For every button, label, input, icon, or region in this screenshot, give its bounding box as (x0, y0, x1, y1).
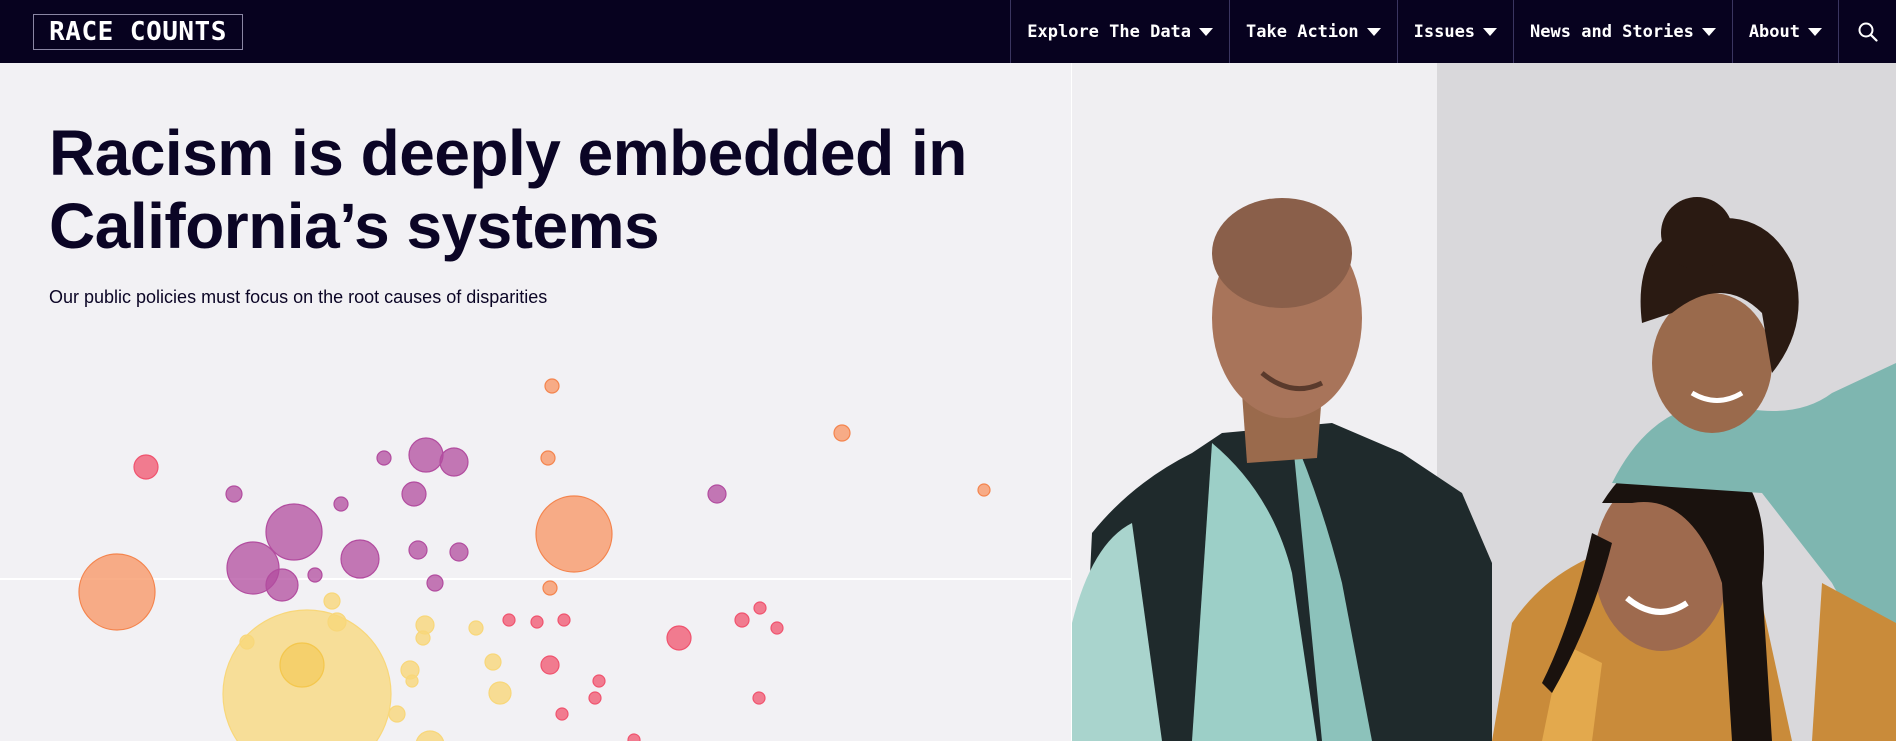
nav-take-action[interactable]: Take Action (1229, 0, 1397, 63)
search-icon (1858, 22, 1878, 42)
nav-label: About (1748, 21, 1800, 42)
hero-subtext: Our public policies must focus on the ro… (49, 287, 548, 307)
nav-label: Take Action (1246, 21, 1359, 42)
family-photo (1072, 63, 1896, 741)
nav-menu: Explore The Data Take Action Issues News… (1010, 0, 1896, 63)
race-counts-logo[interactable]: RACE COUNTS (33, 14, 243, 50)
search-button[interactable] (1838, 0, 1896, 63)
hero-headline: Racism is deeply embedded in California’… (49, 117, 1009, 263)
nav-explore-the-data[interactable]: Explore The Data (1010, 0, 1229, 63)
caret-down-icon (1808, 27, 1822, 36)
nav-label: News and Stories (1530, 21, 1694, 42)
headline-line-1: Racism is deeply embedded in (49, 117, 967, 189)
nav-label: Issues (1413, 21, 1476, 42)
caret-down-icon (1199, 27, 1214, 36)
caret-down-icon (1366, 27, 1381, 36)
headline-line-2: California’s systems (49, 190, 660, 262)
nav-about[interactable]: About (1731, 0, 1838, 63)
nav-label: Explore The Data (1027, 21, 1192, 42)
family-illustration (1072, 63, 1896, 741)
caret-down-icon (1701, 27, 1716, 36)
caret-down-icon (1483, 27, 1498, 36)
bubble-illustration (78, 378, 991, 741)
nav-issues[interactable]: Issues (1396, 0, 1513, 63)
nav-news-and-stories[interactable]: News and Stories (1513, 0, 1732, 63)
top-navigation: RACE COUNTS Explore The Data Take Action… (0, 0, 1896, 63)
